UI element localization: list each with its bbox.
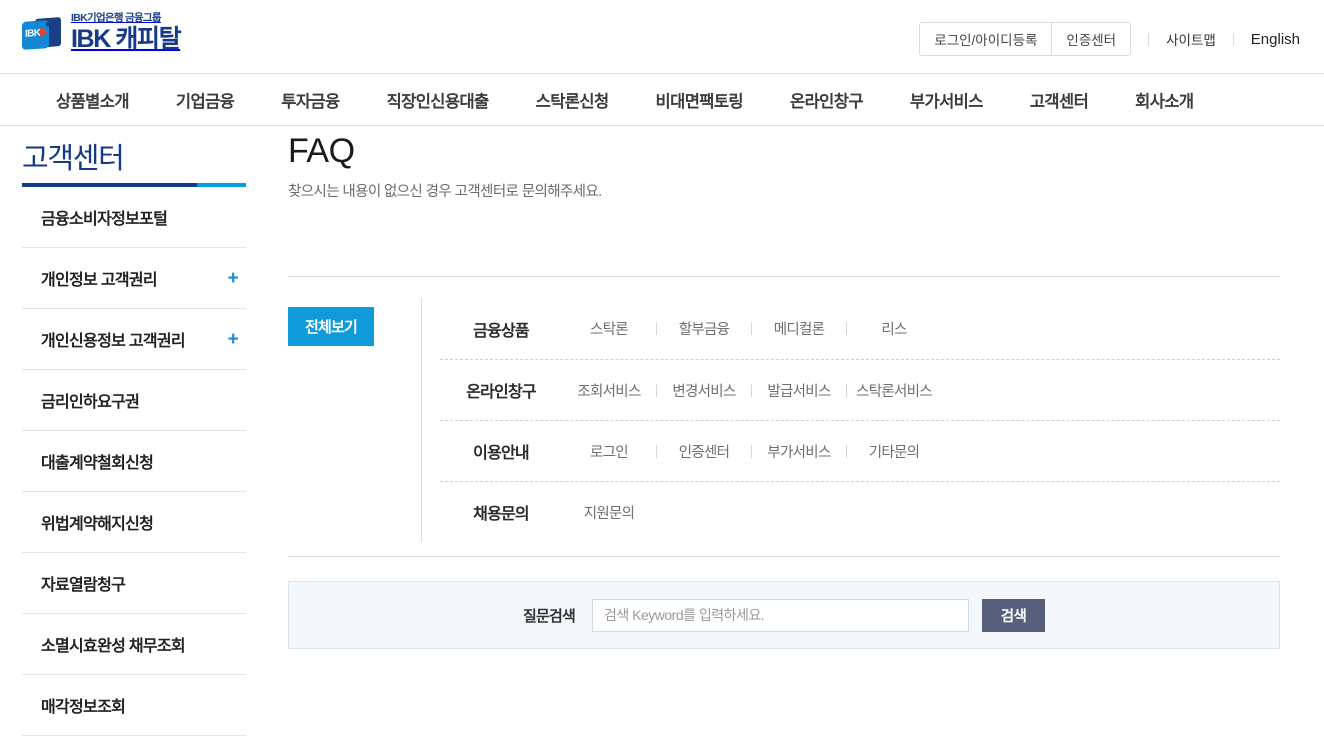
category-sublink-lease[interactable]: 리스: [847, 318, 941, 339]
category-sublink-additional-services[interactable]: 부가서비스: [752, 441, 846, 462]
faq-search-panel: 질문검색 검색: [288, 581, 1280, 650]
search-label: 질문검색: [522, 607, 576, 625]
main-navigation: 상품별소개 기업금융 투자금융 직장인신용대출 스탁론신청 비대면팩토링 온라인…: [0, 74, 1324, 126]
certification-center-link[interactable]: 인증센터: [1052, 23, 1130, 55]
category-sublink-stock-loan-service[interactable]: 스탁론서비스: [847, 380, 941, 401]
logo-wordmark: IBK 캐피탈: [71, 24, 182, 53]
category-sublink-cert-center[interactable]: 인증센터: [657, 441, 751, 462]
sidebar-item-document-request[interactable]: 자료열람청구: [22, 553, 246, 613]
sidebar-menu: 금융소비자정보포털 개인정보 고객권리 + 개인신용정보 고객권리 + 금리인하…: [22, 187, 246, 736]
category-sublink-medical-loan[interactable]: 메디컬론: [752, 318, 846, 339]
category-row: 이용안내 로그인 인증센터 부가서비스 기타문의: [440, 420, 1280, 481]
nav-item-customer-center[interactable]: 고객센터: [1030, 88, 1089, 112]
view-all-button[interactable]: 전체보기: [288, 307, 375, 347]
expand-plus-icon: +: [227, 328, 239, 350]
category-sublink-stock-loan[interactable]: 스탁론: [562, 318, 656, 339]
content-bottom-divider: [288, 556, 1280, 558]
nav-item-online-window[interactable]: 온라인창구: [790, 88, 864, 112]
sidebar-item-label: 자료열람청구: [41, 577, 126, 594]
category-sublink-change-service[interactable]: 변경서비스: [657, 380, 751, 401]
category-row: 채용문의 지원문의: [440, 481, 1280, 542]
sidebar-item-loan-withdrawal[interactable]: 대출계약철회신청: [22, 431, 246, 491]
sidebar-item-label: 금리인하요구권: [41, 394, 140, 411]
sidebar-item-sale-info-inquiry[interactable]: 매각정보조회: [22, 675, 246, 735]
category-sublink-login[interactable]: 로그인: [562, 441, 656, 462]
category-sublink-installment[interactable]: 할부금융: [657, 318, 751, 339]
category-label: 이용안내: [473, 445, 529, 463]
category-sublink-inquiry-service[interactable]: 조회서비스: [562, 380, 656, 401]
utility-nav: 로그인/아이디등록 인증센터 사이트맵 English: [919, 22, 1300, 56]
content-top-divider: [288, 276, 1280, 278]
sidebar-item-rate-cut-request[interactable]: 금리인하요구권: [22, 370, 246, 430]
sidebar-item-consumer-portal[interactable]: 금융소비자정보포털: [22, 187, 246, 247]
category-sublinks: 스탁론 할부금융 메디컬론 리스: [562, 318, 941, 339]
sidebar-title: 고객센터: [22, 143, 125, 175]
category-row: 금융상품 스탁론 할부금융 메디컬론 리스: [440, 298, 1280, 359]
logo-superscript: IBK기업은행 금융그룹: [71, 12, 162, 24]
expand-plus-icon: +: [227, 267, 239, 289]
nav-item-company-info[interactable]: 회사소개: [1135, 88, 1194, 112]
category-sublinks: 조회서비스 변경서비스 발급서비스 스탁론서비스: [562, 380, 941, 401]
sidebar-item-label: 소멸시효완성 채무조회: [41, 638, 186, 655]
page-title: FAQ: [288, 132, 355, 170]
category-sublink-application-inquiry[interactable]: 지원문의: [562, 502, 656, 523]
search-button[interactable]: 검색: [982, 598, 1045, 632]
page-layout: 고객센터 금융소비자정보포털 개인정보 고객권리 + 개인신용정보 고객권리 +…: [0, 126, 1324, 736]
filter-category-rows: 금융상품 스탁론 할부금융 메디컬론 리스 온라인창구 조회서비스 변경서비스 …: [422, 298, 1280, 542]
sitemap-link[interactable]: 사이트맵: [1166, 29, 1216, 49]
site-header: IBK IBK기업은행 금융그룹 IBK 캐피탈 로그인/아이디등록 인증센터 …: [0, 0, 1324, 74]
category-sublink-issue-service[interactable]: 발급서비스: [752, 380, 846, 401]
sidebar-item-label: 금융소비자정보포털: [41, 211, 168, 228]
utility-boxed-group: 로그인/아이디등록 인증센터: [919, 22, 1132, 56]
search-input[interactable]: [592, 598, 969, 632]
sidebar-item-credit-info-rights[interactable]: 개인신용정보 고객권리 +: [22, 309, 246, 369]
english-link[interactable]: English: [1251, 31, 1300, 48]
filter-left-column: 전체보기: [288, 298, 422, 543]
sidebar-item-label: 개인신용정보 고객권리: [41, 333, 186, 350]
sidebar-item-privacy-rights[interactable]: 개인정보 고객권리 +: [22, 248, 246, 308]
category-sublinks: 로그인 인증센터 부가서비스 기타문의: [562, 441, 941, 462]
nav-item-additional-services[interactable]: 부가서비스: [910, 88, 984, 112]
local-navigation: 고객센터 금융소비자정보포털 개인정보 고객권리 + 개인신용정보 고객권리 +…: [0, 126, 246, 736]
logo-mark-text: IBK: [25, 27, 41, 40]
nav-item-nonface-factoring[interactable]: 비대면팩토링: [656, 88, 744, 112]
ibk-logo-icon: IBK: [22, 16, 62, 52]
sidebar-item-label: 매각정보조회: [41, 699, 126, 716]
category-sublinks: 지원문의: [562, 502, 656, 523]
category-label: 온라인창구: [466, 384, 536, 402]
sidebar-item-label: 대출계약철회신청: [41, 455, 154, 472]
site-logo[interactable]: IBK IBK기업은행 금융그룹 IBK 캐피탈: [22, 12, 182, 53]
sidebar-item-label: 개인정보 고객권리: [41, 272, 158, 289]
sidebar-item-label: 위법계약해지신청: [41, 516, 154, 533]
nav-item-products[interactable]: 상품별소개: [56, 88, 130, 112]
faq-category-filter: 전체보기 금융상품 스탁론 할부금융 메디컬론 리스 온라인창구 조회서비스 변…: [288, 298, 1280, 543]
utility-divider: [1232, 32, 1234, 46]
login-register-link[interactable]: 로그인/아이디등록: [920, 23, 1053, 55]
main-content: FAQ 찾으시는 내용이 없으신 경우 고객센터로 문의해주세요. 전체보기 금…: [246, 126, 1324, 736]
category-row: 온라인창구 조회서비스 변경서비스 발급서비스 스탁론서비스: [440, 359, 1280, 420]
sidebar-item-illegal-contract-termination[interactable]: 위법계약해지신청: [22, 492, 246, 552]
nav-item-stock-loan-apply[interactable]: 스탁론신청: [536, 88, 610, 112]
category-sublink-other-inquiry[interactable]: 기타문의: [847, 441, 941, 462]
category-label: 채용문의: [473, 506, 529, 524]
sidebar-title-underline: [22, 183, 246, 187]
category-label: 금융상품: [473, 322, 529, 340]
sidebar-item-expired-debt-inquiry[interactable]: 소멸시효완성 채무조회: [22, 614, 246, 674]
page-description: 찾으시는 내용이 없으신 경우 고객센터로 문의해주세요.: [288, 184, 602, 201]
nav-item-investment-finance[interactable]: 투자금융: [281, 88, 340, 112]
nav-item-corporate-finance[interactable]: 기업금융: [176, 88, 235, 112]
utility-divider: [1148, 32, 1150, 46]
nav-item-worker-credit-loan[interactable]: 직장인신용대출: [387, 88, 490, 112]
